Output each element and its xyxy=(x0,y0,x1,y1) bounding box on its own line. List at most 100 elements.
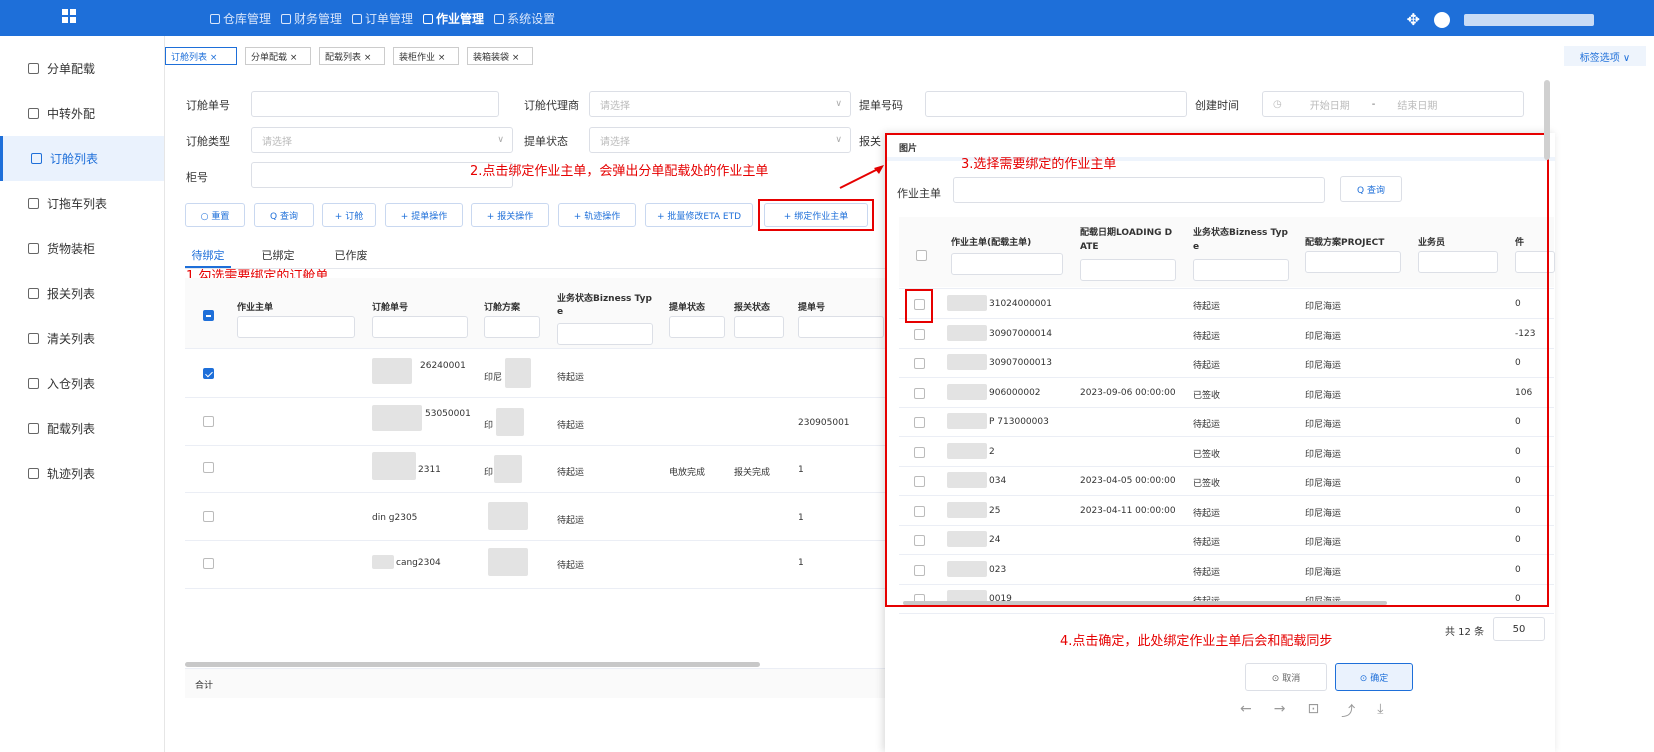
filter-plan[interactable] xyxy=(484,316,540,338)
col-master-order: 作业主单 xyxy=(237,303,274,313)
top-bar: 仓库管理 财务管理 订单管理 作业管理 系统设置 ✥ xyxy=(0,0,1654,36)
sidebar-item-booking-list[interactable]: 订舱列表 xyxy=(0,136,164,181)
chevron-down-icon: ∨ xyxy=(497,135,504,145)
customs-operation-button[interactable]: + 报关操作 xyxy=(471,203,549,227)
download-icon[interactable]: ⤓ xyxy=(1377,701,1383,721)
clock-icon: ◷ xyxy=(1273,98,1282,110)
order-type-select[interactable]: 请选择 ∨ xyxy=(251,127,513,153)
col-customs-status: 报关状态 xyxy=(734,303,771,313)
sidebar-item-container-loading[interactable]: 货物装柜 xyxy=(0,226,164,271)
chevron-down-icon: ∨ xyxy=(835,99,842,109)
label-customs: 报关 xyxy=(859,135,881,148)
batch-edit-eta-etd-button[interactable]: + 批量修改ETA ETD xyxy=(645,203,753,227)
label-agent: 订舱代理商 xyxy=(524,99,579,112)
page-tab-packing[interactable]: 装箱装袋 × xyxy=(467,47,533,65)
highlight-dialog-table xyxy=(885,133,1549,607)
bill-no-input[interactable] xyxy=(925,91,1187,117)
sidebar-item-split-load[interactable]: 分单配载 xyxy=(0,46,164,91)
total-label: 合计 xyxy=(195,681,214,691)
filter-biz-status[interactable] xyxy=(557,323,653,345)
col-bill-status: 提单状态 xyxy=(669,303,706,313)
row-checkbox[interactable] xyxy=(203,368,214,379)
nav-orders[interactable]: 订单管理 xyxy=(352,10,413,27)
nav-finance[interactable]: 财务管理 xyxy=(281,10,342,27)
total-row xyxy=(185,668,885,698)
query-button[interactable]: Q 查询 xyxy=(254,203,314,227)
filter-order-no[interactable] xyxy=(372,316,468,338)
highlight-row-checkbox xyxy=(905,289,933,323)
page-tab-booking-list[interactable]: 订舱列表 × xyxy=(165,47,237,65)
filter-bill-no[interactable] xyxy=(798,316,884,338)
username-redacted[interactable] xyxy=(1464,13,1594,26)
sidebar-item-truck-list[interactable]: 订拖车列表 xyxy=(0,181,164,226)
confirm-button[interactable]: ⊙ 确定 xyxy=(1335,663,1413,691)
list-icon xyxy=(28,63,39,74)
tag-options-button[interactable]: 标签选项 ∨ xyxy=(1564,46,1646,66)
prev-arrow-icon[interactable]: ← xyxy=(1240,701,1252,721)
nav-warehouse[interactable]: 仓库管理 xyxy=(210,10,271,27)
clearance-icon xyxy=(28,333,39,344)
label-bill-no: 提单号码 xyxy=(859,99,903,112)
gear-icon xyxy=(494,13,505,24)
row-checkbox[interactable] xyxy=(203,558,214,569)
filter-master-order[interactable] xyxy=(237,316,355,338)
home-icon xyxy=(210,13,220,24)
bill-operation-button[interactable]: + 提单操作 xyxy=(385,203,463,227)
label-order-type: 订舱类型 xyxy=(186,135,230,148)
order-no-input[interactable] xyxy=(251,91,499,117)
row-checkbox[interactable] xyxy=(203,416,214,427)
sidebar-item-clearance-list[interactable]: 清关列表 xyxy=(0,316,164,361)
cancel-button[interactable]: ⊙ 取消 xyxy=(1245,663,1327,691)
filter-customs-status[interactable] xyxy=(734,316,784,338)
page-tab-load-list[interactable]: 配载列表 × xyxy=(319,47,385,65)
agent-select[interactable]: 请选择 ∨ xyxy=(589,91,851,117)
nav-settings[interactable]: 系统设置 xyxy=(494,10,555,27)
fit-screen-icon[interactable]: ⊡ xyxy=(1307,701,1319,721)
page-tab-container-work[interactable]: 装柜作业 × xyxy=(393,47,459,65)
row-checkbox[interactable] xyxy=(203,462,214,473)
track-operation-button[interactable]: + 轨迹操作 xyxy=(558,203,636,227)
sidebar-item-warehouse-in[interactable]: 入仓列表 xyxy=(0,361,164,406)
nav-operations[interactable]: 作业管理 xyxy=(423,10,484,27)
page-tab-split-load[interactable]: 分单配载 × xyxy=(245,47,311,65)
customs-icon xyxy=(28,288,39,299)
app-grid-icon[interactable] xyxy=(62,9,76,23)
sidebar-item-load-list[interactable]: 配载列表 xyxy=(0,406,164,451)
dialog-horizontal-scrollbar[interactable] xyxy=(903,601,1387,605)
col-plan: 订舱方案 xyxy=(484,303,521,313)
chevron-down-icon: ∨ xyxy=(835,135,842,145)
reset-button[interactable]: ○ 重置 xyxy=(185,203,245,227)
annotation-step-2: 2.点击绑定作业主单，会弹出分单配载处的作业主单 xyxy=(470,164,769,179)
next-arrow-icon[interactable]: → xyxy=(1274,701,1286,721)
filter-bill-status[interactable] xyxy=(669,316,725,338)
date-range-input[interactable]: ◷ 开始日期 - 结束日期 xyxy=(1262,91,1524,117)
location-icon xyxy=(28,468,39,479)
booking-button[interactable]: + 订舱 xyxy=(322,203,376,227)
col-biz-status: 业务状态Bizness Typ xyxy=(557,294,652,304)
sidebar-item-customs-list[interactable]: 报关列表 xyxy=(0,271,164,316)
highlight-bind-button xyxy=(758,199,874,231)
tab-voided[interactable]: 已作废 xyxy=(320,242,382,268)
rotate-icon[interactable]: ⤴ xyxy=(1341,701,1355,721)
warehouse-icon xyxy=(28,378,39,389)
bill-status-select[interactable]: 请选择 ∨ xyxy=(589,127,851,153)
avatar[interactable] xyxy=(1434,11,1450,28)
move-icon[interactable]: ✥ xyxy=(1407,10,1420,29)
sidebar-item-track-list[interactable]: 轨迹列表 xyxy=(0,451,164,496)
sidebar-item-transfer[interactable]: 中转外配 xyxy=(0,91,164,136)
document-icon xyxy=(352,13,363,24)
booking-icon xyxy=(31,153,42,164)
folder-icon xyxy=(423,13,434,24)
sidebar: 分单配载 中转外配 订舱列表 订拖车列表 货物装柜 报关列表 清关列表 入仓列表… xyxy=(0,36,165,752)
label-order-no: 订舱单号 xyxy=(186,99,230,112)
label-container-no: 柜号 xyxy=(186,171,208,184)
row-checkbox[interactable] xyxy=(203,511,214,522)
page-vertical-scrollbar[interactable] xyxy=(1544,80,1550,160)
truck-icon xyxy=(28,198,39,209)
page-tabs: 订舱列表 × 分单配载 × 配载列表 × 装柜作业 × 装箱装袋 × 标签选项 … xyxy=(165,42,1654,68)
label-bill-status: 提单状态 xyxy=(524,135,568,148)
select-all-checkbox[interactable] xyxy=(203,310,214,321)
page-size-select[interactable]: 50 xyxy=(1493,617,1545,641)
label-created-time: 创建时间 xyxy=(1195,99,1239,112)
horizontal-scrollbar[interactable] xyxy=(185,662,760,667)
